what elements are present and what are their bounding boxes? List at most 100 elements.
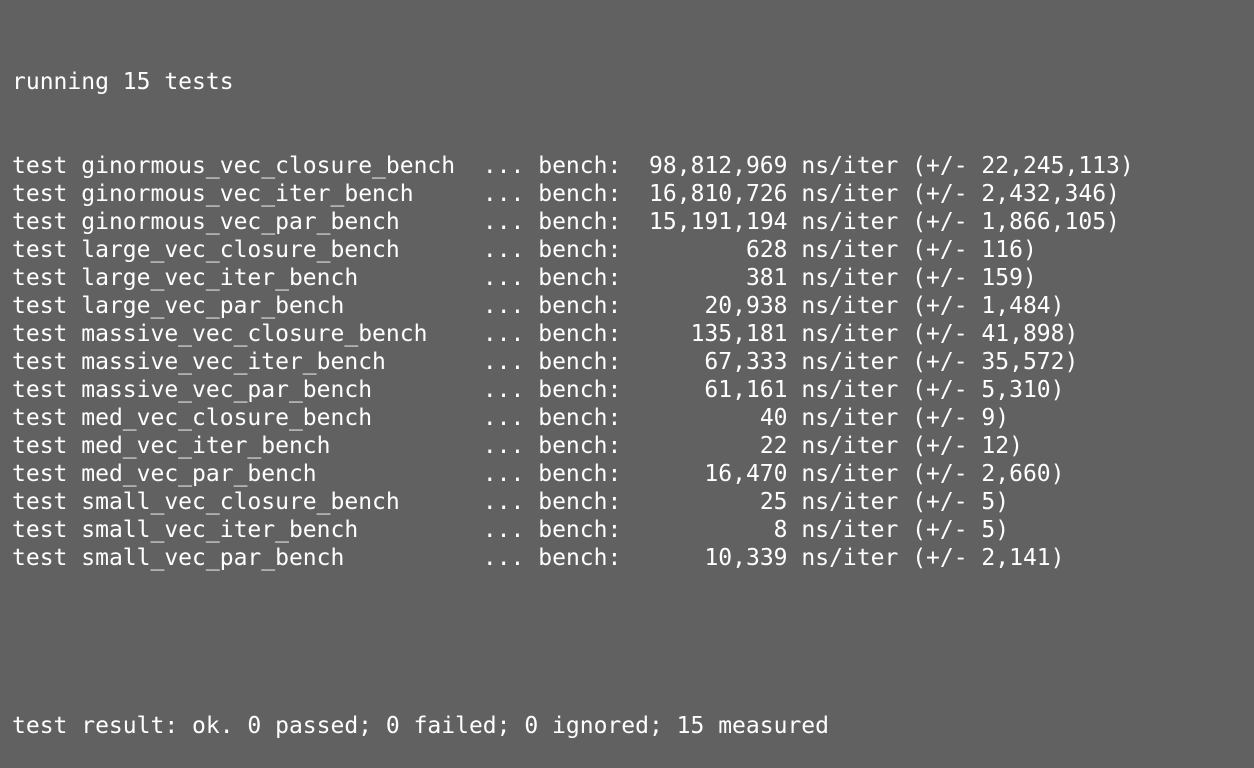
- bench-value: 16,470: [704, 461, 787, 487]
- bench-label: bench:: [538, 153, 621, 179]
- row-separator: ...: [483, 321, 525, 347]
- row-separator: ...: [483, 405, 525, 431]
- bench-unit: ns/iter: [801, 153, 898, 179]
- bench-deviation: (+/- 116): [912, 237, 1037, 263]
- row-separator: ...: [483, 489, 525, 515]
- bench-unit: ns/iter: [801, 209, 898, 235]
- bench-value: 98,812,969: [649, 153, 787, 179]
- row-prefix: test: [12, 349, 67, 375]
- terminal-output: running 15 tests test ginormous_vec_clos…: [12, 12, 1254, 532]
- bench-unit: ns/iter: [801, 237, 898, 263]
- bench-label: bench:: [538, 489, 621, 515]
- bench-value: 40: [760, 405, 788, 431]
- bench-label: bench:: [538, 265, 621, 291]
- bench-value: 16,810,726: [649, 181, 787, 207]
- bench-row: test ginormous_vec_par_bench ... bench: …: [12, 208, 1254, 236]
- bench-name: ginormous_vec_iter_bench: [81, 181, 413, 207]
- bench-value: 628: [746, 237, 788, 263]
- bench-name: med_vec_par_bench: [81, 461, 316, 487]
- row-prefix: test: [12, 321, 67, 347]
- bench-deviation: (+/- 5): [912, 517, 1009, 543]
- bench-label: bench:: [538, 405, 621, 431]
- test-result-summary: test result: ok. 0 passed; 0 failed; 0 i…: [12, 712, 1254, 740]
- row-prefix: test: [12, 461, 67, 487]
- bench-value: 61,161: [704, 377, 787, 403]
- bench-row: test ginormous_vec_closure_bench ... ben…: [12, 152, 1254, 180]
- row-prefix: test: [12, 377, 67, 403]
- row-prefix: test: [12, 433, 67, 459]
- row-separator: ...: [483, 265, 525, 291]
- bench-name: large_vec_par_bench: [81, 293, 344, 319]
- bench-name: massive_vec_closure_bench: [81, 321, 427, 347]
- bench-deviation: (+/- 1,866,105): [912, 209, 1120, 235]
- bench-value: 67,333: [704, 349, 787, 375]
- bench-deviation: (+/- 159): [912, 265, 1037, 291]
- blank-line: [12, 628, 1254, 656]
- bench-deviation: (+/- 2,432,346): [912, 181, 1120, 207]
- row-separator: ...: [483, 209, 525, 235]
- row-prefix: test: [12, 153, 67, 179]
- bench-label: bench:: [538, 349, 621, 375]
- row-separator: ...: [483, 461, 525, 487]
- bench-value: 135,181: [691, 321, 788, 347]
- bench-name: small_vec_closure_bench: [81, 489, 400, 515]
- bench-deviation: (+/- 41,898): [912, 321, 1078, 347]
- bench-label: bench:: [538, 293, 621, 319]
- row-separator: ...: [483, 181, 525, 207]
- bench-value: 10,339: [704, 545, 787, 571]
- bench-row: test large_vec_par_bench ... bench: 20,9…: [12, 292, 1254, 320]
- row-separator: ...: [483, 349, 525, 375]
- bench-row: test massive_vec_par_bench ... bench: 61…: [12, 376, 1254, 404]
- bench-value: 15,191,194: [649, 209, 787, 235]
- bench-unit: ns/iter: [801, 181, 898, 207]
- row-prefix: test: [12, 545, 67, 571]
- bench-row: test small_vec_iter_bench ... bench: 8 n…: [12, 516, 1254, 544]
- run-header: running 15 tests: [12, 68, 1254, 96]
- row-prefix: test: [12, 237, 67, 263]
- bench-label: bench:: [538, 377, 621, 403]
- bench-deviation: (+/- 12): [912, 433, 1023, 459]
- bench-unit: ns/iter: [801, 265, 898, 291]
- bench-row: test small_vec_par_bench ... bench: 10,3…: [12, 544, 1254, 572]
- bench-row: test med_vec_closure_bench ... bench: 40…: [12, 404, 1254, 432]
- bench-deviation: (+/- 2,660): [912, 461, 1064, 487]
- bench-row: test med_vec_iter_bench ... bench: 22 ns…: [12, 432, 1254, 460]
- row-prefix: test: [12, 517, 67, 543]
- bench-row: test ginormous_vec_iter_bench ... bench:…: [12, 180, 1254, 208]
- bench-label: bench:: [538, 461, 621, 487]
- row-separator: ...: [483, 545, 525, 571]
- bench-deviation: (+/- 35,572): [912, 349, 1078, 375]
- bench-value: 8: [774, 517, 788, 543]
- row-prefix: test: [12, 181, 67, 207]
- row-separator: ...: [483, 377, 525, 403]
- bench-deviation: (+/- 5): [912, 489, 1009, 515]
- bench-unit: ns/iter: [801, 545, 898, 571]
- bench-name: med_vec_iter_bench: [81, 433, 330, 459]
- bench-row: test massive_vec_closure_bench ... bench…: [12, 320, 1254, 348]
- bench-name: large_vec_closure_bench: [81, 237, 400, 263]
- bench-label: bench:: [538, 545, 621, 571]
- row-separator: ...: [483, 153, 525, 179]
- row-prefix: test: [12, 209, 67, 235]
- bench-unit: ns/iter: [801, 433, 898, 459]
- bench-row: test small_vec_closure_bench ... bench: …: [12, 488, 1254, 516]
- bench-name: med_vec_closure_bench: [81, 405, 372, 431]
- bench-unit: ns/iter: [801, 321, 898, 347]
- bench-row: test large_vec_closure_bench ... bench: …: [12, 236, 1254, 264]
- bench-value: 25: [760, 489, 788, 515]
- row-separator: ...: [483, 293, 525, 319]
- bench-deviation: (+/- 22,245,113): [912, 153, 1134, 179]
- bench-value: 20,938: [704, 293, 787, 319]
- bench-name: ginormous_vec_par_bench: [81, 209, 400, 235]
- bench-label: bench:: [538, 517, 621, 543]
- row-separator: ...: [483, 433, 525, 459]
- row-prefix: test: [12, 265, 67, 291]
- bench-label: bench:: [538, 321, 621, 347]
- bench-label: bench:: [538, 209, 621, 235]
- bench-unit: ns/iter: [801, 293, 898, 319]
- bench-label: bench:: [538, 237, 621, 263]
- row-prefix: test: [12, 405, 67, 431]
- bench-deviation: (+/- 1,484): [912, 293, 1064, 319]
- bench-deviation: (+/- 2,141): [912, 545, 1064, 571]
- bench-label: bench:: [538, 181, 621, 207]
